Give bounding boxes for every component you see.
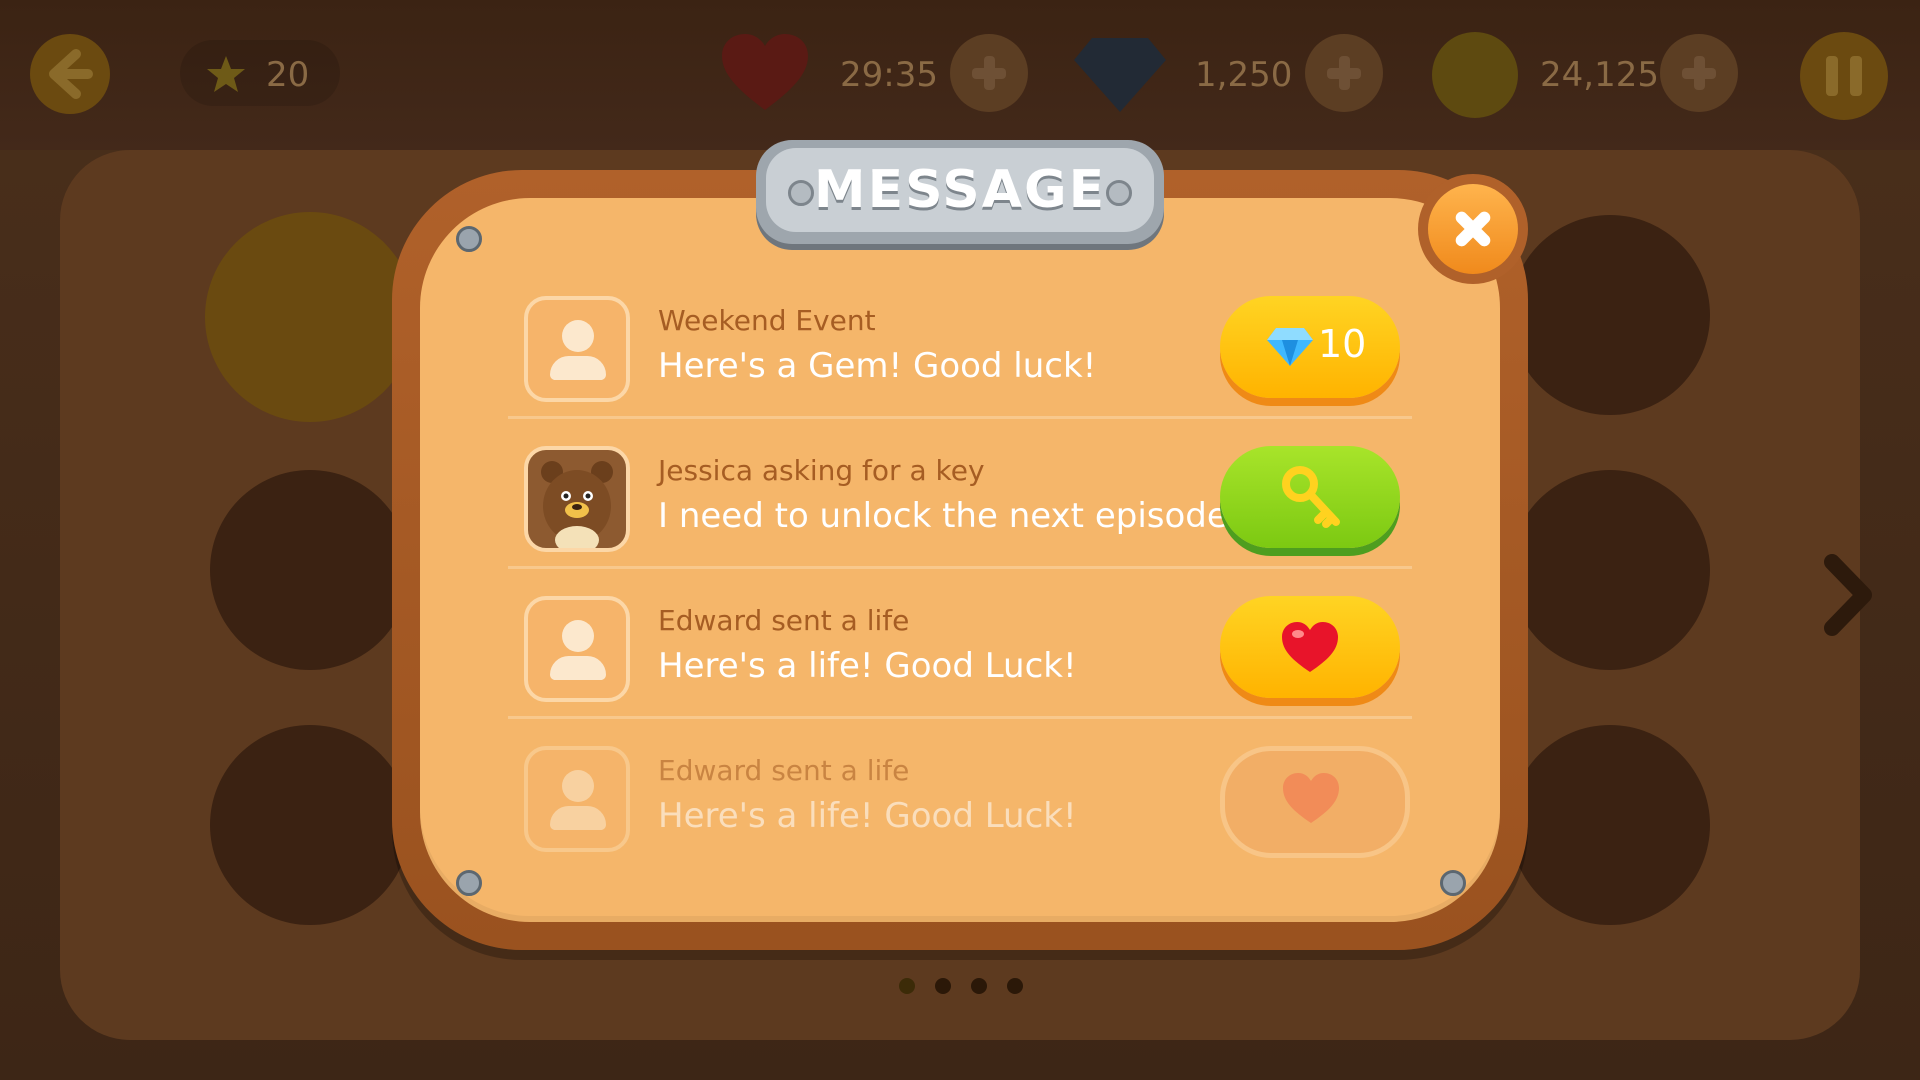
page-dot-active[interactable] [899, 978, 915, 994]
screw-icon [456, 870, 482, 896]
screw-icon [1440, 870, 1466, 896]
gem-icon [1267, 328, 1313, 366]
message-row: Jessica asking for a key I need to unloc… [508, 424, 1412, 574]
message-sender: Edward sent a life [658, 604, 910, 637]
bear-icon [541, 461, 613, 548]
message-text: Here's a life! Good Luck! [658, 646, 1077, 686]
message-row: Weekend Event Here's a Gem! Good luck! 1… [508, 274, 1412, 424]
level-slot[interactable] [1510, 725, 1710, 925]
add-gems-button[interactable] [1305, 34, 1383, 112]
pause-icon [1826, 56, 1862, 96]
stars-count: 20 [266, 55, 310, 95]
key-icon [1282, 466, 1340, 528]
message-row-claimed: Edward sent a life Here's a life! Good L… [508, 724, 1412, 874]
dialog-title: MESSAGE [813, 160, 1107, 220]
stars-counter [180, 40, 340, 106]
person-icon [524, 596, 630, 702]
close-icon [1428, 184, 1518, 274]
page-dot[interactable] [935, 978, 951, 994]
gem-reward-count: 10 [1318, 322, 1367, 366]
message-text: Here's a life! Good Luck! [658, 796, 1077, 836]
accept-gem-button[interactable]: 10 [1220, 296, 1400, 398]
level-slot[interactable] [210, 470, 410, 670]
row-divider [508, 416, 1412, 419]
add-lives-button[interactable] [950, 34, 1028, 112]
send-key-button[interactable] [1220, 446, 1400, 548]
lives-timer: 29:35 [840, 55, 938, 95]
accept-life-button[interactable] [1220, 596, 1400, 698]
gems-count: 1,250 [1195, 55, 1293, 95]
message-row: Edward sent a life Here's a life! Good L… [508, 574, 1412, 724]
page-dot[interactable] [971, 978, 987, 994]
coins-count: 24,125 [1540, 55, 1659, 95]
close-button[interactable] [1418, 174, 1528, 284]
row-divider [508, 716, 1412, 719]
message-sender: Weekend Event [658, 304, 876, 337]
arrow-left-icon [49, 49, 93, 99]
bear-avatar [524, 446, 630, 552]
heart-icon [1282, 622, 1338, 672]
screw-icon [456, 226, 482, 252]
person-icon [524, 296, 630, 402]
person-icon [524, 746, 630, 852]
back-button[interactable] [30, 34, 110, 114]
message-sender: Jessica asking for a key [658, 454, 985, 487]
pause-button[interactable] [1800, 32, 1888, 120]
level-medal [205, 212, 415, 422]
heart-icon [1283, 773, 1339, 823]
page-dot[interactable] [1007, 978, 1023, 994]
gem-icon [1074, 38, 1166, 112]
level-slot[interactable] [210, 725, 410, 925]
heart-icon [722, 34, 808, 110]
claimed-life-button [1220, 746, 1410, 858]
coin-icon [1432, 32, 1518, 118]
message-sender: Edward sent a life [658, 754, 910, 787]
row-divider [508, 566, 1412, 569]
message-text: Here's a Gem! Good luck! [658, 346, 1097, 386]
star-icon [207, 56, 245, 92]
next-page-icon[interactable] [1818, 552, 1878, 638]
message-text: I need to unlock the next episode! [658, 496, 1242, 536]
level-slot[interactable] [1510, 470, 1710, 670]
add-coins-button[interactable] [1660, 34, 1738, 112]
level-slot[interactable] [1510, 215, 1710, 415]
